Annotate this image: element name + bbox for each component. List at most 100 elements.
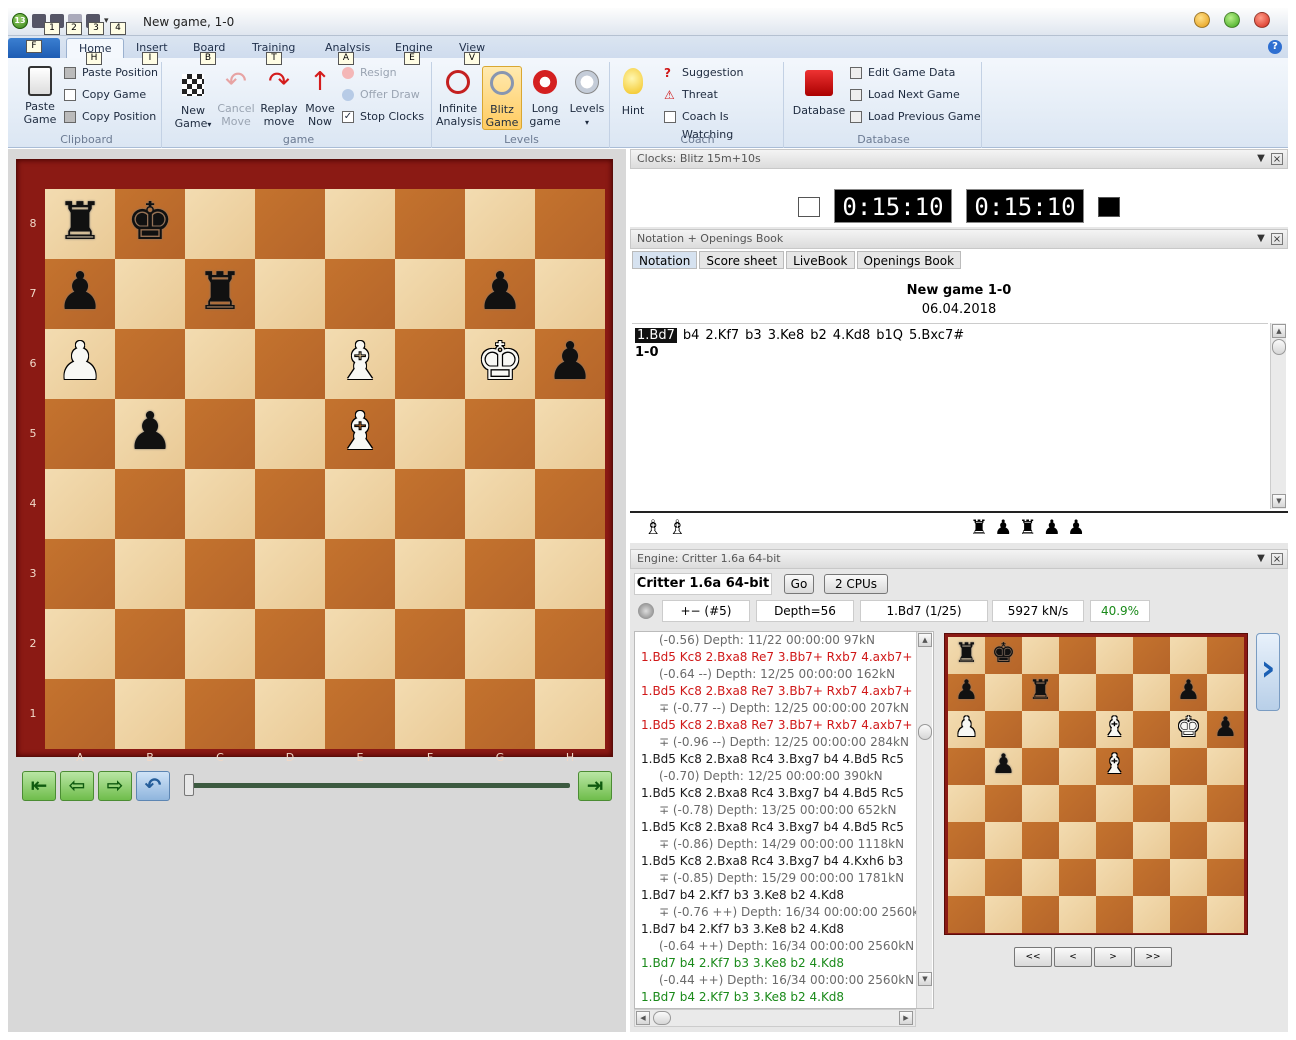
move-token[interactable]: 4.Kd8 [833, 328, 870, 343]
preview-square-g5[interactable] [1170, 748, 1207, 785]
square-g2[interactable] [465, 609, 535, 679]
square-b4[interactable] [115, 469, 185, 539]
resign-button[interactable]: Resign [342, 64, 397, 82]
infinite-analysis-button[interactable]: Infinite Analysis [436, 66, 481, 128]
square-e4[interactable] [325, 469, 395, 539]
coach-watching-checkbox[interactable]: Coach Is Watching [664, 108, 783, 141]
square-h1[interactable] [535, 679, 605, 749]
analysis-variation-line[interactable]: 1.Bd7 b4 2.Kf7 b3 3.Ke8 b2 4.Kd8 [641, 989, 933, 1006]
black-rook-icon[interactable]: ♜ [57, 196, 104, 248]
preview-square-b5[interactable]: ♟ [985, 748, 1022, 785]
preview-next-button[interactable]: > [1094, 947, 1132, 967]
preview-last-button[interactable]: >> [1134, 947, 1172, 967]
square-e5[interactable]: ♝ [325, 399, 395, 469]
square-h3[interactable] [535, 539, 605, 609]
slider-thumb[interactable] [184, 774, 194, 796]
preview-square-g3[interactable] [1170, 822, 1207, 859]
help-icon[interactable]: ? [1268, 40, 1282, 54]
square-a8[interactable]: ♜ [45, 189, 115, 259]
square-a7[interactable]: ♟ [45, 259, 115, 329]
close-button[interactable] [1254, 12, 1270, 28]
go-to-end-button[interactable]: ⇥ [578, 771, 612, 801]
move-token[interactable]: 2.Kf7 [705, 328, 739, 343]
preview-square-a2[interactable] [948, 859, 985, 896]
preview-square-e1[interactable] [1096, 896, 1133, 933]
square-d3[interactable] [255, 539, 325, 609]
square-g8[interactable] [465, 189, 535, 259]
preview-square-d8[interactable] [1059, 637, 1096, 674]
square-d1[interactable] [255, 679, 325, 749]
square-c3[interactable] [185, 539, 255, 609]
white-bishop-icon[interactable]: ♝ [337, 336, 384, 388]
square-c5[interactable] [185, 399, 255, 469]
preview-square-c8[interactable] [1022, 637, 1059, 674]
analysis-variation-line[interactable]: 1.Bd5 Kc8 2.Bxa8 Re7 3.Bb7+ Rxb7 4.axb7+ [641, 649, 933, 666]
preview-square-f4[interactable] [1133, 785, 1170, 822]
preview-square-a4[interactable] [948, 785, 985, 822]
square-g1[interactable] [465, 679, 535, 749]
square-e3[interactable] [325, 539, 395, 609]
square-d8[interactable] [255, 189, 325, 259]
square-a4[interactable] [45, 469, 115, 539]
preview-square-f7[interactable] [1133, 674, 1170, 711]
preview-square-c2[interactable] [1022, 859, 1059, 896]
square-g5[interactable] [465, 399, 535, 469]
preview-square-h7[interactable] [1207, 674, 1244, 711]
square-f4[interactable] [395, 469, 465, 539]
square-f5[interactable] [395, 399, 465, 469]
square-e8[interactable] [325, 189, 395, 259]
suggestion-button[interactable]: ? Suggestion [664, 64, 744, 82]
preview-square-h4[interactable] [1207, 785, 1244, 822]
square-c7[interactable]: ♜ [185, 259, 255, 329]
preview-square-h1[interactable] [1207, 896, 1244, 933]
copy-position-button[interactable]: Copy Position [64, 108, 156, 126]
square-g3[interactable] [465, 539, 535, 609]
square-c6[interactable] [185, 329, 255, 399]
previous-move-button[interactable]: ⇦ [60, 771, 94, 801]
preview-square-f5[interactable] [1133, 748, 1170, 785]
analysis-scrollbar[interactable]: ▲ ▼ [916, 632, 932, 1008]
black-king-icon[interactable]: ♚ [127, 196, 174, 248]
move-token[interactable]: b1Q [876, 328, 903, 343]
square-d2[interactable] [255, 609, 325, 679]
preview-square-b8[interactable]: ♚ [985, 637, 1022, 674]
black-pawn-icon[interactable]: ♟ [57, 266, 104, 318]
next-move-button[interactable]: ⇨ [98, 771, 132, 801]
analysis-variation-line[interactable]: 1.Bd5 Kc8 2.Bxa8 Rc4 3.Bxg7 b4 4.Bd5 Rc5 [641, 785, 933, 802]
square-f2[interactable] [395, 609, 465, 679]
square-h7[interactable] [535, 259, 605, 329]
square-c4[interactable] [185, 469, 255, 539]
black-rook-icon[interactable]: ♜ [197, 266, 244, 318]
paste-game-button[interactable]: Paste Game [18, 66, 62, 126]
preview-square-c3[interactable] [1022, 822, 1059, 859]
scroll-left-icon[interactable]: ◀ [636, 1011, 650, 1025]
edit-game-data-button[interactable]: Edit Game Data [850, 64, 955, 82]
preview-square-b1[interactable] [985, 896, 1022, 933]
square-g4[interactable] [465, 469, 535, 539]
preview-square-e4[interactable] [1096, 785, 1133, 822]
preview-square-b6[interactable] [985, 711, 1022, 748]
preview-square-c6[interactable] [1022, 711, 1059, 748]
preview-square-a8[interactable]: ♜ [948, 637, 985, 674]
customize-qat-icon[interactable]: ▾ [104, 16, 109, 26]
preview-square-f2[interactable] [1133, 859, 1170, 896]
panel-close-icon[interactable]: × [1271, 233, 1283, 245]
levels-dropdown[interactable]: Levels ▾ [568, 66, 606, 129]
load-next-game-button[interactable]: Load Next Game [850, 86, 960, 104]
preview-square-h3[interactable] [1207, 822, 1244, 859]
tab-livebook[interactable]: LiveBook [786, 251, 855, 269]
maximize-button[interactable] [1224, 12, 1240, 28]
preview-square-e6[interactable]: ♝ [1096, 711, 1133, 748]
preview-first-button[interactable]: << [1014, 947, 1052, 967]
preview-square-e2[interactable] [1096, 859, 1133, 896]
preview-square-c7[interactable]: ♜ [1022, 674, 1059, 711]
square-b2[interactable] [115, 609, 185, 679]
preview-square-a6[interactable]: ♟ [948, 711, 985, 748]
analysis-variation-line[interactable]: 1.Bd7 b4 2.Kf7 b3 3.Ke8 b2 4.Kd8 [641, 887, 933, 904]
long-game-button[interactable]: Long game [526, 66, 564, 128]
white-bishop-icon[interactable]: ♝ [1102, 714, 1126, 741]
analysis-variation-line[interactable]: 1.Bd7 b4 2.Kf7 b3 3.Ke8 b2 4.Kd8 [641, 955, 933, 972]
analysis-variation-line[interactable]: 1.Bd7 b4 2.Kf7 b3 3.Ke8 b2 4.Kd8 [641, 921, 933, 938]
black-pawn-icon[interactable]: ♟ [547, 336, 594, 388]
analysis-variation-line[interactable]: 1.Bd5 Kc8 2.Bxa8 Re7 3.Bb7+ Rxb7 4.axb7+ [641, 717, 933, 734]
